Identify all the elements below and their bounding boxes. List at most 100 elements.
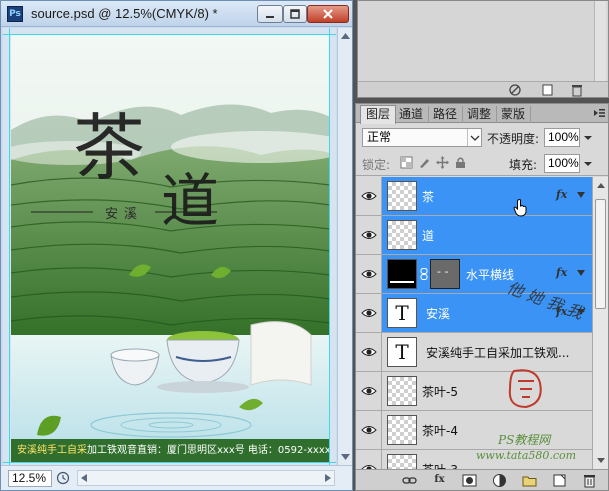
- expand-effects-icon[interactable]: [577, 270, 585, 276]
- poster-artwork: 茶 道 安溪 安溪纯手工自采加工铁观音直销：厦门思明区xxx号 电话：0592-…: [11, 35, 330, 463]
- vertical-scrollbar[interactable]: [337, 28, 352, 465]
- visibility-toggle[interactable]: [356, 411, 382, 449]
- blend-mode-select[interactable]: 正常: [362, 128, 482, 147]
- layer-name: 道: [422, 229, 435, 243]
- document-window: Ps source.psd @ 12.5%(CMYK/8) * 茶 道 安溪 安…: [0, 0, 353, 491]
- horizontal-scrollbar[interactable]: [77, 470, 335, 486]
- scroll-right-icon[interactable]: [323, 473, 333, 483]
- tab-paths[interactable]: 路径: [428, 106, 464, 123]
- layer-thumbnail: [387, 454, 417, 469]
- scroll-up-icon[interactable]: [340, 31, 351, 41]
- chevron-down-icon: [467, 129, 480, 146]
- layer-row[interactable]: T 安溪纯手工自采加工铁观...: [356, 333, 592, 372]
- opacity-dropdown-icon[interactable]: [582, 128, 594, 147]
- upper-panel-scrollbar[interactable]: [594, 1, 606, 83]
- layer-name: 茶: [422, 190, 435, 204]
- link-icon[interactable]: [420, 268, 428, 280]
- guide-line[interactable]: [329, 28, 330, 465]
- maximize-button[interactable]: [283, 5, 307, 23]
- photoshop-app-icon: Ps: [7, 6, 23, 22]
- panel-menu-icon[interactable]: [593, 108, 605, 118]
- layer-name: 安溪纯手工自采加工铁观...: [426, 346, 570, 360]
- fill-dropdown-icon[interactable]: [582, 154, 594, 173]
- poster-footer: 安溪纯手工自采加工铁观音直销：厦门思明区xxx号 电话：0592-xxxxxxx: [11, 439, 330, 463]
- layer-effects-badge[interactable]: fx: [556, 266, 567, 279]
- fill-label: 填充:: [509, 158, 538, 172]
- delete-layer-icon[interactable]: [582, 473, 597, 488]
- scroll-down-icon[interactable]: [596, 457, 606, 465]
- trash-icon[interactable]: [570, 83, 584, 97]
- fill-input[interactable]: 100%: [544, 154, 580, 173]
- opacity-label: 不透明度:: [487, 132, 540, 146]
- layer-row[interactable]: 茶叶-5: [356, 372, 592, 411]
- expand-effects-icon[interactable]: [577, 192, 585, 198]
- vector-mask-thumbnail[interactable]: [430, 259, 460, 289]
- layer-row[interactable]: 茶叶-4: [356, 411, 592, 450]
- watermark-seal: [508, 369, 542, 409]
- add-layer-style-icon[interactable]: fx: [432, 473, 447, 488]
- tab-masks[interactable]: 蒙版: [496, 106, 532, 123]
- visibility-toggle[interactable]: [356, 372, 382, 410]
- layer-row[interactable]: 茶 fx: [356, 177, 592, 216]
- lock-position-icon[interactable]: [436, 156, 449, 169]
- layer-thumbnail: [387, 376, 417, 406]
- poster-subtitle: 安溪: [105, 207, 144, 222]
- poster-background-image: 茶 道: [11, 35, 330, 463]
- scroll-up-icon[interactable]: [596, 181, 606, 189]
- new-group-icon[interactable]: [522, 473, 537, 488]
- layer-list[interactable]: 茶 fx 道 水平横线 fx T 安溪 fx: [356, 177, 592, 469]
- visibility-toggle[interactable]: [356, 177, 382, 215]
- visibility-toggle[interactable]: [356, 255, 382, 293]
- status-bar: 12.5%: [1, 465, 352, 490]
- layer-name: 茶叶-5: [422, 385, 458, 399]
- document-titlebar[interactable]: Ps source.psd @ 12.5%(CMYK/8) *: [1, 1, 352, 27]
- panel-tab-bar: 图层 通道 路径 调整 蒙版: [356, 104, 608, 124]
- visibility-toggle[interactable]: [356, 216, 382, 254]
- layer-row[interactable]: 水平横线 fx: [356, 255, 592, 294]
- add-mask-icon[interactable]: [462, 473, 477, 488]
- lock-transparency-icon[interactable]: [400, 156, 413, 169]
- visibility-toggle[interactable]: [356, 450, 382, 469]
- scroll-down-icon[interactable]: [340, 452, 351, 462]
- minimize-icon: [266, 16, 274, 18]
- new-item-icon[interactable]: [540, 83, 554, 97]
- maximize-icon: [290, 9, 300, 19]
- tab-layers[interactable]: 图层: [360, 105, 397, 124]
- adjustment-layer-icon[interactable]: [492, 473, 507, 488]
- layer-name: 安溪: [426, 307, 451, 321]
- lock-all-icon[interactable]: [454, 156, 467, 169]
- tab-adjustments[interactable]: 调整: [462, 106, 498, 123]
- new-layer-icon[interactable]: [552, 473, 567, 488]
- guide-line[interactable]: [9, 28, 10, 465]
- link-layers-icon[interactable]: [402, 473, 417, 488]
- blend-mode-value: 正常: [367, 130, 392, 144]
- eye-icon: [361, 231, 377, 239]
- scroll-left-icon[interactable]: [79, 473, 89, 483]
- visibility-toggle[interactable]: [356, 294, 382, 332]
- zoom-level-input[interactable]: 12.5%: [8, 470, 52, 487]
- scrollbar-thumb[interactable]: [595, 199, 606, 309]
- guide-line[interactable]: [3, 462, 336, 463]
- eye-icon: [361, 426, 377, 434]
- opacity-input[interactable]: 100%: [544, 128, 580, 147]
- document-info-icon[interactable]: [56, 471, 70, 485]
- layer-list-scrollbar[interactable]: [592, 177, 608, 469]
- minimize-button[interactable]: [257, 5, 283, 23]
- layer-name: 茶叶-3: [422, 461, 458, 469]
- layer-name: 茶叶-4: [422, 424, 458, 438]
- poster-footer-text: 加工铁观音直销：厦门思明区xxx号 电话：0592-xxxxxxx: [87, 445, 330, 456]
- layer-thumbnail: [387, 259, 417, 289]
- layer-row[interactable]: 道: [356, 216, 592, 255]
- eye-icon: [361, 192, 377, 200]
- visibility-toggle[interactable]: [356, 333, 382, 371]
- tab-channels[interactable]: 通道: [394, 106, 430, 123]
- lock-pixels-icon[interactable]: [418, 156, 431, 169]
- hand-cursor-icon: [513, 199, 527, 217]
- layer-effects-badge[interactable]: fx: [556, 188, 567, 201]
- guide-line[interactable]: [3, 34, 336, 35]
- canvas-area[interactable]: 茶 道 安溪 安溪纯手工自采加工铁观音直销：厦门思明区xxx号 电话：0592-…: [3, 28, 336, 465]
- close-button[interactable]: [307, 5, 349, 23]
- no-entry-icon[interactable]: [508, 83, 522, 97]
- watermark-site-url: www.tata580.com: [476, 449, 577, 462]
- text-layer-icon: T: [387, 298, 417, 328]
